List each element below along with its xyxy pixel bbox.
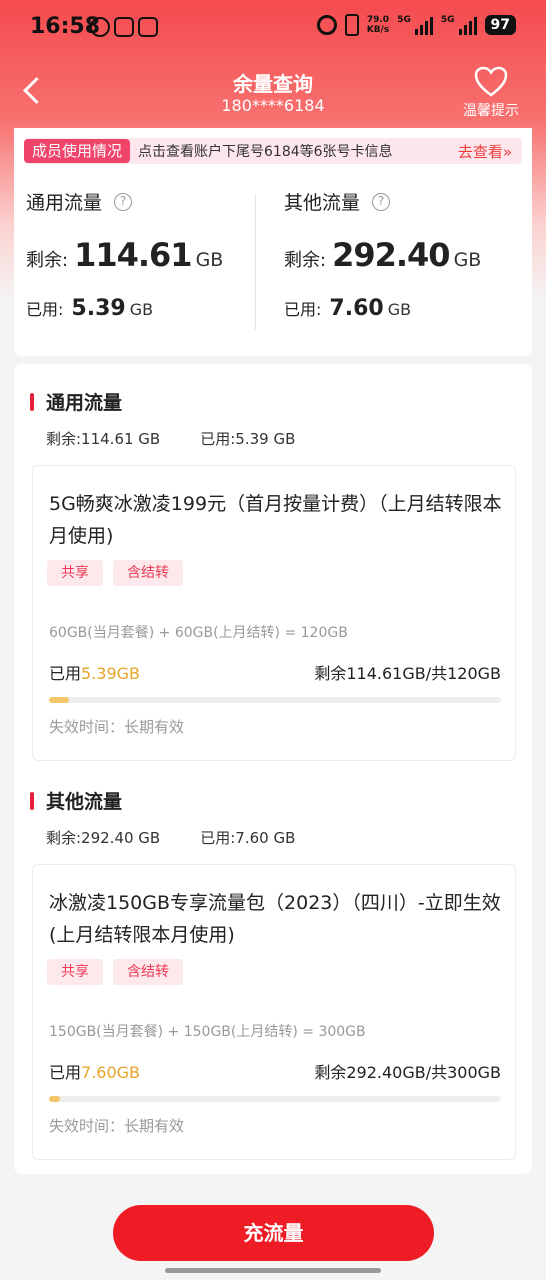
package-tags: 共享 含结转 xyxy=(47,959,183,985)
section-used: 已用:7.60 GB xyxy=(200,829,296,847)
package-name: 冰激凌150GB专享流量包（2023）（四川）-立即生效 (上月结转限本月使用) xyxy=(49,892,501,946)
remain-total: 剩余114.61GB/共120GB xyxy=(314,664,501,683)
remain-total: 剩余292.40GB/共300GB xyxy=(314,1063,501,1082)
expire-time: 失效时间：长期有效 xyxy=(49,718,185,736)
expire-time: 失效时间：长期有效 xyxy=(49,1117,185,1135)
usage-progress-fill xyxy=(49,697,70,703)
tag-carryover: 含结转 xyxy=(113,560,183,586)
member-usage-banner[interactable]: 成员使用情况 点击查看账户下尾号6184等6张号卡信息 去查看» xyxy=(24,138,522,164)
used-prefix: 已用 xyxy=(49,1063,82,1082)
used-unit: GB xyxy=(387,300,412,319)
help-icon[interactable]: ? xyxy=(114,192,133,211)
other-title: 其他流量 xyxy=(284,192,361,214)
section-marker xyxy=(30,392,34,411)
remain-label: 剩余: xyxy=(26,250,69,271)
usage-progress-fill xyxy=(49,1096,61,1102)
used-label: 已用: xyxy=(26,300,64,319)
used-unit: GB xyxy=(129,300,154,319)
heart-icon xyxy=(474,66,508,97)
section-remain: 剩余:114.61 GB xyxy=(46,430,161,448)
status-right-group: 79.0 KB/s 5G 5G 97 xyxy=(316,14,516,36)
other-used-value: 7.60 xyxy=(329,296,384,321)
net-speed-value: 79.0 xyxy=(366,15,390,25)
vibrate-icon xyxy=(344,14,359,36)
section-stats: 剩余:114.61 GB 已用:5.39 GB xyxy=(46,428,295,449)
section-title: 其他流量 xyxy=(46,791,123,813)
usage-progress-bar xyxy=(49,697,501,703)
recharge-button[interactable]: 充流量 xyxy=(113,1205,434,1261)
general-used-value: 5.39 xyxy=(71,296,126,321)
used-amount: 7.60GB xyxy=(81,1063,141,1082)
other-remain-value: 292.40 xyxy=(332,236,450,274)
net-speed-unit: KB/s xyxy=(366,25,390,35)
member-tag: 成员使用情况 xyxy=(24,139,131,163)
other-data-summary: 其他流量 ? 剩余: 292.40 GB 已用: 7.60 GB xyxy=(284,188,524,338)
member-text: 点击查看账户下尾号6184等6张号卡信息 xyxy=(138,144,393,160)
nav-bar: 余量查询 180****6184 温馨提示 xyxy=(0,56,546,126)
remain-unit: GB xyxy=(453,249,482,271)
tag-shared: 共享 xyxy=(47,560,103,586)
status-bar: 16:58 79.0 KB/s 5G 5G 97 xyxy=(0,0,546,56)
section-header-other: 其他流量 xyxy=(30,787,122,814)
summary-card: 成员使用情况 点击查看账户下尾号6184等6张号卡信息 去查看» 通用流量 ? … xyxy=(14,128,532,356)
sim1-type: 5G xyxy=(397,15,411,25)
tips-button[interactable]: 温馨提示 xyxy=(458,64,524,120)
detail-card: 通用流量 剩余:114.61 GB 已用:5.39 GB 5G畅爽冰激凌199元… xyxy=(14,364,532,1174)
section-header-general: 通用流量 xyxy=(30,388,122,415)
package-usage: 已用7.60GB 剩余292.40GB/共300GB xyxy=(49,1059,501,1083)
section-title: 通用流量 xyxy=(46,392,123,414)
section-used: 已用:5.39 GB xyxy=(200,430,296,448)
used-label: 已用: xyxy=(284,300,322,319)
used-amount: 5.39GB xyxy=(81,664,141,683)
alarm-icon xyxy=(316,15,337,35)
package-usage: 已用5.39GB 剩余114.61GB/共120GB xyxy=(49,660,501,684)
remain-label: 剩余: xyxy=(284,250,327,271)
general-title: 通用流量 xyxy=(26,192,103,214)
signal-1-icon: 5G xyxy=(397,15,433,35)
battery-indicator: 97 xyxy=(484,15,516,35)
net-speed: 79.0 KB/s xyxy=(367,15,389,35)
general-data-summary: 通用流量 ? 剩余: 114.61 GB 已用: 5.39 GB xyxy=(26,188,266,338)
signal-2-icon: 5G xyxy=(441,15,477,35)
package-formula: 150GB(当月套餐) + 150GB(上月结转) = 300GB xyxy=(49,1024,366,1040)
tag-shared: 共享 xyxy=(47,959,103,985)
taobao-icon xyxy=(138,17,158,37)
usage-progress-bar xyxy=(49,1096,501,1102)
package-card[interactable]: 5G畅爽冰激凌199元（首月按量计费）（上月结转限本月使用) 共享 含结转 60… xyxy=(32,465,516,761)
app-notification-icon xyxy=(114,17,134,37)
section-marker xyxy=(30,791,34,810)
remain-unit: GB xyxy=(195,249,224,271)
general-remain-value: 114.61 xyxy=(74,236,192,274)
package-formula: 60GB(当月套餐) + 60GB(上月结转) = 120GB xyxy=(49,625,348,641)
member-view-link[interactable]: 去查看» xyxy=(458,141,512,162)
help-icon[interactable]: ? xyxy=(372,192,391,211)
tag-carryover: 含结转 xyxy=(113,959,183,985)
package-tags: 共享 含结转 xyxy=(47,560,183,586)
home-indicator[interactable] xyxy=(165,1268,381,1273)
summary-divider xyxy=(255,194,256,330)
section-stats: 剩余:292.40 GB 已用:7.60 GB xyxy=(46,827,295,848)
package-name: 5G畅爽冰激凌199元（首月按量计费）（上月结转限本月使用) xyxy=(49,493,502,547)
used-prefix: 已用 xyxy=(49,664,82,683)
section-remain: 剩余:292.40 GB xyxy=(46,829,161,847)
wechat-icon xyxy=(90,17,110,37)
sim2-type: 5G xyxy=(440,15,455,25)
package-card[interactable]: 冰激凌150GB专享流量包（2023）（四川）-立即生效 (上月结转限本月使用)… xyxy=(32,864,516,1160)
tips-label: 温馨提示 xyxy=(463,103,519,119)
